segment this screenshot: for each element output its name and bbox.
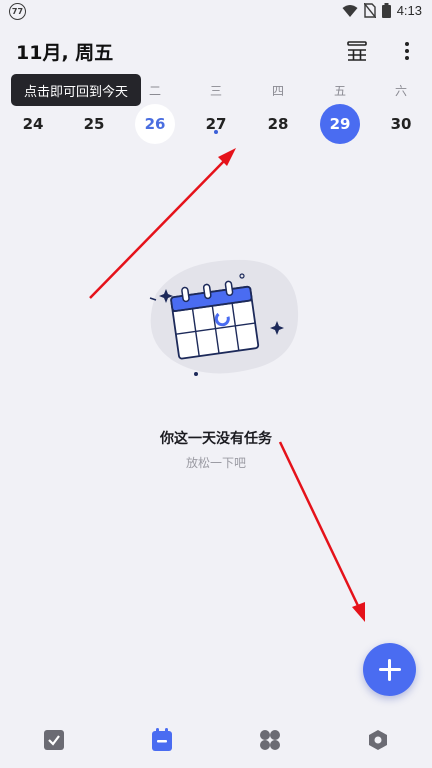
week-day-row: 24 25 26 27 28 29 30 (0, 104, 432, 144)
view-toggle-icon[interactable] (346, 40, 368, 62)
empty-state-subtitle: 放松一下吧 (185, 456, 246, 470)
empty-state-title: 你这一天没有任务 (160, 431, 272, 447)
wifi-icon (342, 4, 358, 17)
tasks-icon[interactable] (42, 728, 66, 752)
no-sim-icon (363, 3, 376, 18)
status-icons: 4:13 (342, 3, 422, 18)
day-cell[interactable]: 30 (381, 104, 421, 144)
more-vert-icon[interactable] (396, 38, 418, 64)
settings-icon[interactable] (366, 728, 390, 752)
bottom-navigation (0, 716, 432, 768)
day-cell[interactable]: 25 (74, 104, 114, 144)
back-to-today-tooltip: 点击即可回到今天 (11, 74, 141, 106)
notification-badge-icon: 77 (9, 3, 26, 20)
weekday-label: 六 (394, 84, 407, 98)
day-cell-today[interactable]: 26 (135, 104, 175, 144)
event-indicator-dot (214, 130, 218, 134)
status-bar: 77 4:13 (0, 0, 432, 24)
calendar-icon[interactable] (150, 728, 174, 752)
day-cell[interactable]: 27 (196, 104, 236, 144)
day-cell[interactable]: 24 (13, 104, 53, 144)
calendar-illustration (149, 259, 299, 376)
add-task-button[interactable] (363, 643, 416, 696)
date-title[interactable]: 11月, 周五 (16, 38, 113, 65)
apps-icon[interactable] (258, 728, 282, 752)
status-time: 4:13 (396, 3, 422, 18)
weekday-label: 四 (271, 84, 284, 98)
weekday-label: 三 (209, 84, 222, 98)
day-cell[interactable]: 28 (258, 104, 298, 144)
battery-icon (381, 3, 391, 18)
day-cell-selected[interactable]: 29 (320, 104, 360, 144)
weekday-label: 五 (333, 84, 346, 98)
weekday-label: 二 (148, 84, 161, 98)
app-screen: 77 4:13 11月, 周五 点击即可回到今天 二 三 四 五 六 24 25… (0, 0, 432, 768)
